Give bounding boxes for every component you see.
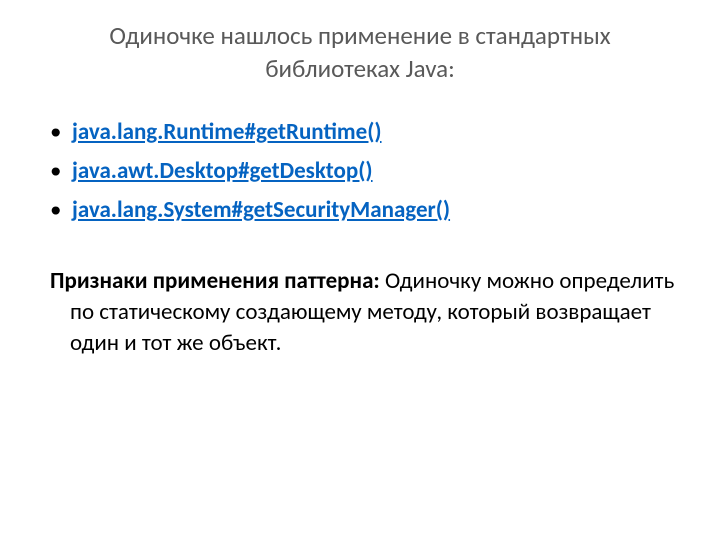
link-list: java.lang.Runtime#getRuntime() java.awt.… xyxy=(30,117,690,226)
list-item: java.lang.System#getSecurityManager() xyxy=(50,195,690,226)
description-paragraph: Признаки применения паттерна: Одиночку м… xyxy=(50,266,690,359)
link-security-manager[interactable]: java.lang.System#getSecurityManager() xyxy=(72,196,450,224)
link-desktop[interactable]: java.awt.Desktop#getDesktop() xyxy=(72,157,373,185)
paragraph-label: Признаки применения паттерна: xyxy=(50,267,385,295)
slide-title: Одиночке нашлось применение в стандартны… xyxy=(30,20,690,85)
list-item: java.awt.Desktop#getDesktop() xyxy=(50,156,690,187)
link-runtime[interactable]: java.lang.Runtime#getRuntime() xyxy=(72,118,382,146)
list-item: java.lang.Runtime#getRuntime() xyxy=(50,117,690,148)
